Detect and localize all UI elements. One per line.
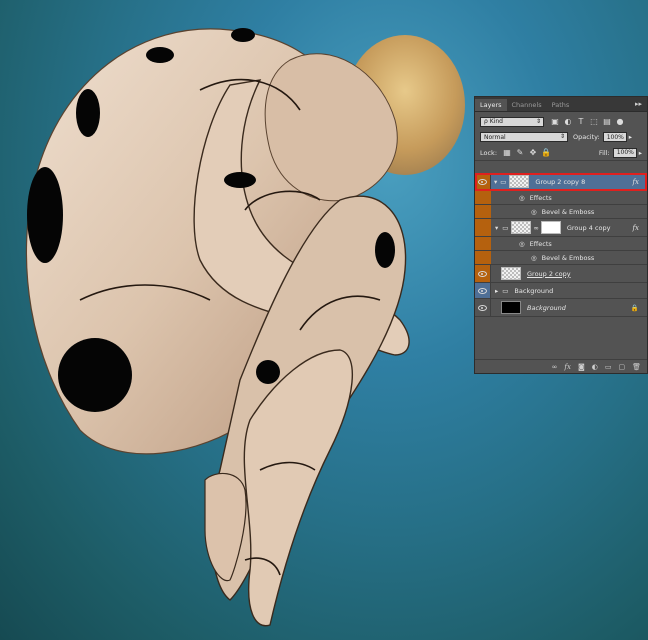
blend-mode-select[interactable]: Normal ⇕ [480,132,568,142]
visibility-toggle[interactable] [475,299,491,316]
bevel-visibility-icon[interactable]: ◎ [531,208,537,216]
new-group-icon[interactable]: ▭ [605,363,612,371]
link-layers-icon[interactable]: ∞ [552,363,558,371]
layer-name: Group 2 copy 8 [535,177,586,186]
collapsed-triangle-icon[interactable]: ▸ [495,287,498,295]
document-canvas[interactable]: Layers Channels Paths ▸▸ ρ Kind ⇕ ▣ ◐ T … [0,0,648,640]
lock-transparent-icon[interactable]: ▦ [502,148,512,158]
lock-move-icon[interactable]: ✥ [528,148,538,158]
adjustment-filter-icon[interactable]: ◐ [563,117,573,127]
effects-row[interactable]: ◎ Effects [475,237,647,251]
layer-row-background[interactable]: Background 🔒 [475,299,647,317]
tab-layers[interactable]: Layers [475,99,507,111]
bevel-label: Bevel & Emboss [541,207,595,216]
pixel-filter-icon[interactable]: ▣ [550,117,560,127]
layer-row-group-2-copy[interactable]: Group 2 copy [475,265,647,283]
tab-paths[interactable]: Paths [547,99,575,111]
layer-name: Background [514,286,554,295]
mask-thumbnail[interactable] [540,221,561,234]
add-mask-icon[interactable]: ◙ [578,363,585,371]
layer-thumbnail [501,267,521,280]
folder-icon: ▭ [500,177,507,186]
layer-filter-select[interactable]: ρ Kind ⇕ [480,116,544,127]
fill-field[interactable]: 100% [612,147,637,158]
eye-icon [478,287,487,294]
chevron-down-icon: ⇕ [535,117,541,125]
effects-visibility-icon[interactable]: ◎ [519,194,525,202]
fx-icon[interactable]: fx [632,178,639,186]
folder-icon: ▭ [502,223,509,232]
adjustment-layer-icon[interactable]: ◐ [592,363,598,371]
opacity-label: Opacity: [573,133,600,141]
layer-name: Group 2 copy [527,269,571,278]
visibility-toggle[interactable] [475,283,491,298]
layer-row-group-4-copy[interactable]: ▾ ▭ ∞ Group 4 copy fx [475,219,647,237]
effect-item-bevel-emboss[interactable]: ◎ Bevel & Emboss [475,251,647,265]
effect-item-bevel-emboss[interactable]: ◎ Bevel & Emboss [475,205,647,219]
panel-tabs: Layers Channels Paths ▸▸ [475,97,647,112]
effects-label: Effects [529,193,552,202]
blend-row: Normal ⇕ Opacity: 100% ▸ [475,129,647,145]
opacity-value: 100% [606,133,624,141]
lock-label: Lock: [480,148,498,157]
opacity-field[interactable]: 100% [602,132,627,142]
panel-menu-button[interactable]: ▸▸ [635,100,642,108]
type-filter-icon[interactable]: T [576,117,586,127]
fx-icon[interactable]: fx [632,224,639,232]
smart-object-filter-icon[interactable]: ▤ [602,117,612,127]
add-style-icon[interactable]: fx [564,363,571,371]
fill-label: Fill: [598,148,610,157]
lock-paint-icon[interactable]: ✎ [515,148,525,158]
layer-thumbnail [511,221,532,234]
eye-icon [478,270,487,277]
effects-visibility-icon[interactable]: ◎ [519,240,525,248]
filter-toggle-icon[interactable]: ● [615,117,625,127]
effects-label: Effects [529,239,552,248]
filter-label: ρ Kind [484,118,503,125]
bevel-visibility-icon[interactable]: ◎ [531,254,537,262]
eye-icon [478,304,487,311]
lock-all-icon[interactable]: 🔒 [541,148,551,158]
trash-icon[interactable]: 🗑 [632,363,641,371]
layer-row-group-2-copy-8[interactable]: ▾ ▭ Group 2 copy 8 fx [475,173,647,191]
tab-channels[interactable]: Channels [507,99,547,111]
layer-thumbnail [509,175,530,188]
blend-mode-value: Normal [484,133,506,141]
eye-icon [478,178,487,185]
effects-row[interactable]: ◎ Effects [475,191,647,205]
chevron-down-icon: ⇕ [559,133,565,140]
disclosure-triangle-icon[interactable]: ▾ [495,224,498,232]
fill-value: 100% [616,149,634,156]
lock-icon: 🔒 [630,303,639,312]
new-layer-icon[interactable]: ▢ [618,363,625,371]
fill-dropdown-icon[interactable]: ▸ [639,149,642,157]
layer-thumbnail [501,301,521,314]
panel-footer: ∞ fx ◙ ◐ ▭ ▢ 🗑 [475,359,647,373]
filter-row: ρ Kind ⇕ ▣ ◐ T ⬚ ▤ ● [475,114,647,129]
disclosure-triangle-icon[interactable]: ▾ [494,178,497,186]
visibility-toggle[interactable] [475,265,491,282]
layer-name: Background [527,303,566,312]
visibility-toggle[interactable] [475,173,491,190]
opacity-dropdown-icon[interactable]: ▸ [629,133,632,141]
bevel-label: Bevel & Emboss [541,253,595,262]
shape-filter-icon[interactable]: ⬚ [589,117,599,127]
layer-name: Group 4 copy [566,223,611,232]
folder-icon: ▭ [502,286,509,295]
layer-row-background-group[interactable]: ▸ ▭ Background [475,283,647,299]
lock-row: Lock: ▦ ✎ ✥ 🔒 Fill: 100% ▸ [475,145,647,161]
link-icon: ∞ [533,223,539,232]
layers-panel: Layers Channels Paths ▸▸ ρ Kind ⇕ ▣ ◐ T … [474,96,648,374]
